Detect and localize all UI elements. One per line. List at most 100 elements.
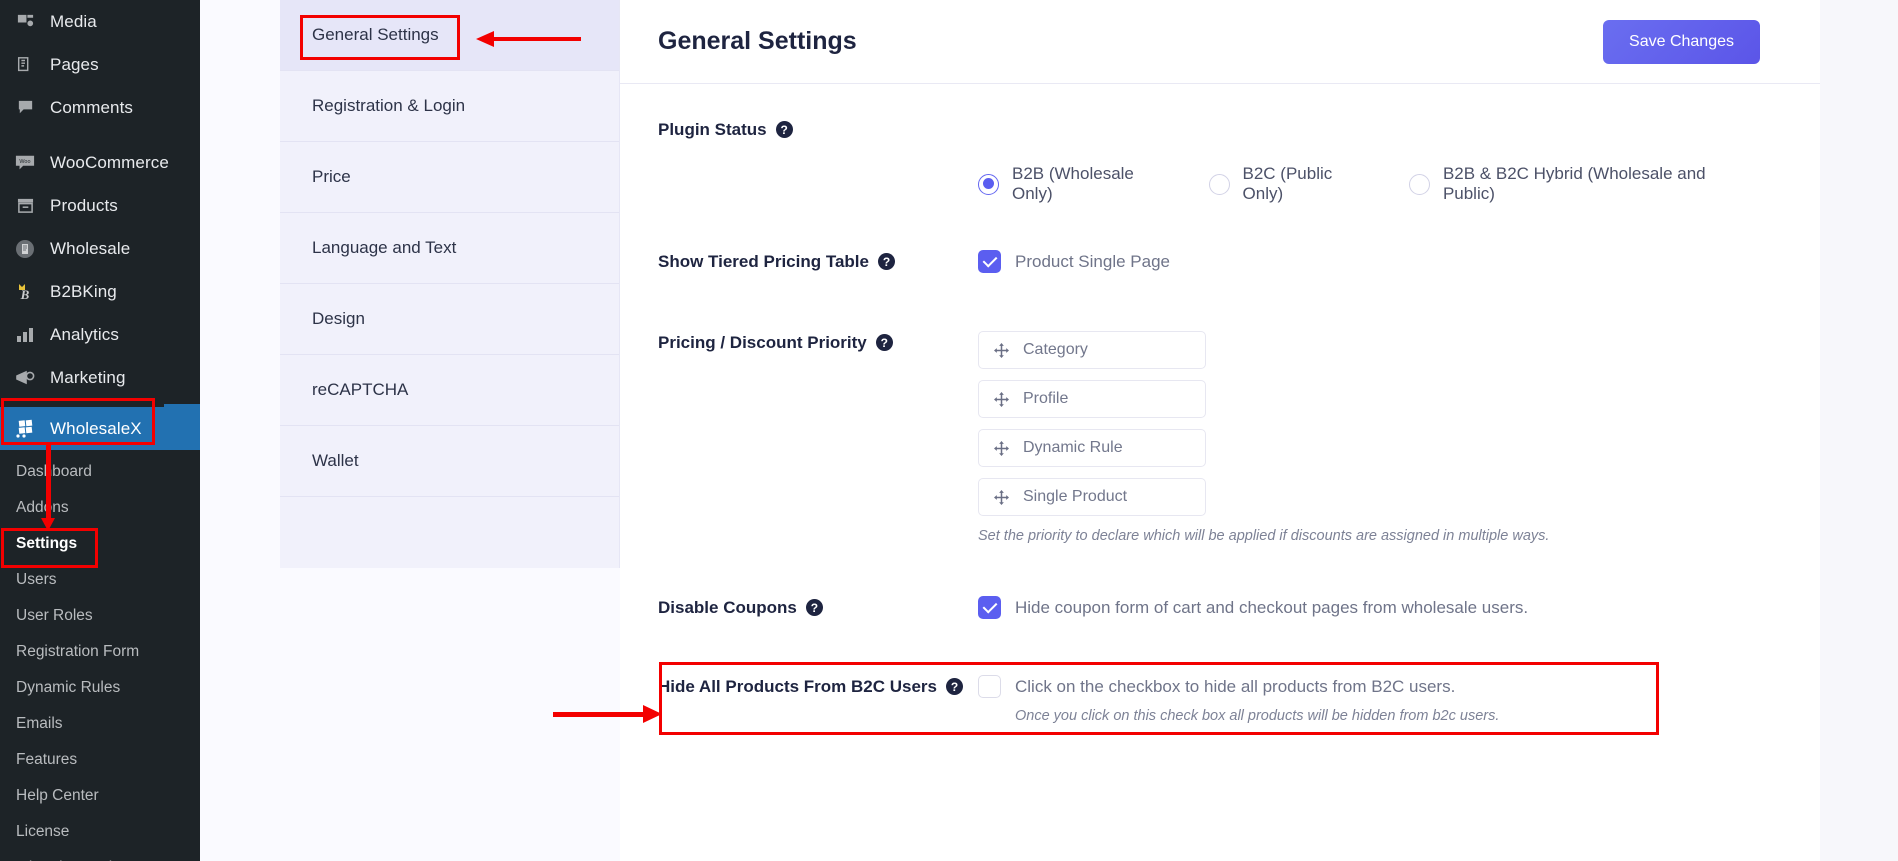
submenu-item-migration-tool[interactable]: Migration Tool <box>0 850 200 861</box>
priority-hint-text: Set the priority to declare which will b… <box>978 528 1550 544</box>
tab-label: Design <box>312 309 365 328</box>
move-handle-icon[interactable] <box>994 440 1009 456</box>
help-icon[interactable]: ? <box>775 121 793 138</box>
help-icon[interactable]: ? <box>946 678 963 695</box>
pricing-priority-field: Category Profile Dynamic Rule Single Pro… <box>978 331 1782 544</box>
submenu-label: Help Center <box>16 787 99 804</box>
checkbox-label: Hide coupon form of cart and checkout pa… <box>1015 597 1529 617</box>
tab-label: reCAPTCHA <box>312 380 409 399</box>
submenu-item-emails[interactable]: Emails <box>0 706 200 742</box>
sidebar-item-comments[interactable]: Comments <box>0 86 200 129</box>
sidebar-label: WholesaleX <box>50 418 142 438</box>
save-changes-button[interactable]: Save Changes <box>1603 19 1760 64</box>
disable-coupons-option[interactable]: Hide coupon form of cart and checkout pa… <box>978 596 1782 619</box>
priority-sortable-list[interactable]: Category Profile Dynamic Rule Single Pro… <box>978 331 1206 516</box>
submenu-item-settings[interactable]: Settings <box>0 526 200 562</box>
radio-label: B2B & B2C Hybrid (Wholesale and Public) <box>1442 164 1706 203</box>
radio-label: B2C (Public Only) <box>1242 164 1333 203</box>
priority-item-category[interactable]: Category <box>978 331 1206 369</box>
hide-products-label: Hide All Products From B2C Users ? <box>658 675 978 724</box>
disable-coupons-field: Hide coupon form of cart and checkout pa… <box>978 596 1782 619</box>
sidebar-item-analytics[interactable]: Analytics <box>0 313 200 356</box>
priority-item-label: Dynamic Rule <box>1023 439 1123 456</box>
disable-coupons-checkbox[interactable] <box>978 596 1001 619</box>
content-header: General Settings Save Changes <box>620 0 1820 84</box>
submenu-label: Features <box>16 751 78 768</box>
move-handle-icon[interactable] <box>994 342 1009 358</box>
help-icon[interactable]: ? <box>877 253 895 270</box>
sidebar-item-marketing[interactable]: Marketing <box>0 356 200 399</box>
sidebar-label: Media <box>50 11 97 31</box>
checkbox-label: Product Single Page <box>1015 251 1170 271</box>
sidebar-item-products[interactable]: Products <box>0 184 200 227</box>
product-single-page-option[interactable]: Product Single Page <box>978 250 1782 273</box>
submenu-item-user-roles[interactable]: User Roles <box>0 598 200 634</box>
disable-coupons-row: Disable Coupons ? Hide coupon form of ca… <box>620 544 1820 619</box>
priority-item-label: Single Product <box>1023 488 1128 505</box>
pricing-priority-row: Pricing / Discount Priority ? Category P… <box>620 273 1820 544</box>
sidebar-item-media[interactable]: Media <box>0 0 200 43</box>
wholesalex-icon <box>12 417 38 441</box>
submenu-label: Registration Form <box>16 643 140 660</box>
submenu-label: Addons <box>16 499 69 516</box>
pricing-priority-label-text: Pricing / Discount Priority <box>658 333 867 352</box>
submenu-item-features[interactable]: Features <box>0 742 200 778</box>
disable-coupons-label-text: Disable Coupons <box>658 598 797 617</box>
submenu-item-license[interactable]: License <box>0 814 200 850</box>
priority-item-dynamic-rule[interactable]: Dynamic Rule <box>978 429 1206 467</box>
design-tab[interactable]: Design <box>280 284 619 355</box>
wallet-tab[interactable]: Wallet <box>280 426 619 497</box>
recaptcha-tab[interactable]: reCAPTCHA <box>280 355 619 426</box>
tab-label: Price <box>312 167 351 186</box>
submenu-item-help-center[interactable]: Help Center <box>0 778 200 814</box>
submenu-item-addons[interactable]: Addons <box>0 490 200 526</box>
tab-label: Wallet <box>312 451 359 470</box>
screen-root: Media Pages Comments Woo WooCommerce Pro… <box>0 0 1898 861</box>
sidebar-label: Pages <box>50 54 99 74</box>
radio-b2b-b2c-hybrid[interactable]: B2B & B2C Hybrid (Wholesale and Public) <box>1408 164 1740 204</box>
tiered-pricing-label-text: Show Tiered Pricing Table <box>658 252 869 271</box>
submenu-label: Settings <box>16 535 78 552</box>
hide-products-checkbox[interactable] <box>978 675 1001 698</box>
hide-products-option[interactable]: Click on the checkbox to hide all produc… <box>978 675 1782 698</box>
help-icon[interactable]: ? <box>805 599 823 616</box>
priority-item-profile[interactable]: Profile <box>978 380 1206 418</box>
price-tab[interactable]: Price <box>280 142 619 213</box>
registration-login-tab[interactable]: Registration & Login <box>280 71 619 142</box>
submenu-label: Dashboard <box>16 463 92 480</box>
move-handle-icon[interactable] <box>994 391 1009 407</box>
sidebar-item-wholesale[interactable]: Wholesale <box>0 227 200 270</box>
sidebar-item-b2bking[interactable]: B B2BKing <box>0 270 200 313</box>
plugin-status-options-row: B2B (Wholesale Only) B2C (Public Only) B… <box>620 140 1820 204</box>
tiered-pricing-field: Product Single Page <box>978 250 1782 273</box>
pages-icon <box>12 53 38 77</box>
move-handle-icon[interactable] <box>994 489 1009 505</box>
radio-b2b-wholesale-only[interactable]: B2B (Wholesale Only) <box>978 164 1167 204</box>
submenu-item-users[interactable]: Users <box>0 562 200 598</box>
hide-products-hint-text: Once you click on this check box all pro… <box>1015 708 1500 724</box>
submenu-item-dynamic-rules[interactable]: Dynamic Rules <box>0 670 200 706</box>
radio-b2c-public-only[interactable]: B2C (Public Only) <box>1208 164 1367 204</box>
product-single-page-checkbox[interactable] <box>978 250 1001 273</box>
comments-icon <box>12 96 38 120</box>
radio-dot-icon <box>1408 173 1430 195</box>
products-icon <box>12 194 38 218</box>
submenu-item-dashboard[interactable]: Dashboard <box>0 454 200 490</box>
plugin-status-row: Plugin Status ? <box>620 84 1820 140</box>
priority-item-single-product[interactable]: Single Product <box>978 478 1206 516</box>
plugin-status-field: B2B (Wholesale Only) B2C (Public Only) B… <box>978 164 1782 204</box>
submenu-item-registration-form[interactable]: Registration Form <box>0 634 200 670</box>
tiered-pricing-row: Show Tiered Pricing Table ? Product Sing… <box>620 204 1820 273</box>
general-settings-tab[interactable]: General Settings <box>280 0 619 71</box>
priority-item-label: Category <box>1023 341 1088 358</box>
sidebar-label: B2BKing <box>50 281 117 301</box>
sidebar-item-woocommerce[interactable]: Woo WooCommerce <box>0 141 200 184</box>
help-icon[interactable]: ? <box>875 334 893 351</box>
tab-label: Language and Text <box>312 238 457 257</box>
tiered-pricing-label: Show Tiered Pricing Table ? <box>658 250 978 273</box>
plugin-status-label: Plugin Status ? <box>658 118 978 140</box>
sidebar-item-pages[interactable]: Pages <box>0 43 200 86</box>
language-text-tab[interactable]: Language and Text <box>280 213 619 284</box>
radio-dot-icon <box>978 173 999 195</box>
